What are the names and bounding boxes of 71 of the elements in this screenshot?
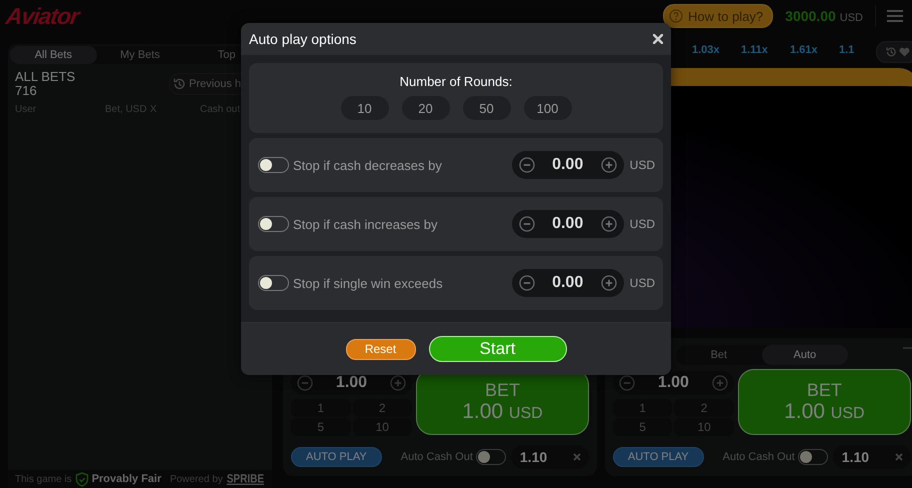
reset-button[interactable]: Reset [346,338,416,360]
dialog-title: Auto play options [249,31,356,47]
cash-out-field[interactable]: 1.10 [832,445,911,469]
auto-play-button[interactable]: AUTO PLAY [612,447,704,467]
toggle-switch[interactable] [258,157,289,173]
bet-amount-value: 1.00 [336,374,368,392]
app-logo: Aviator [4,2,80,30]
currency-label: USD [630,217,655,231]
balance-currency: USD [840,12,863,24]
bets-title: ALL BETS [15,70,76,84]
quick-amount-button[interactable]: 1 [291,399,350,417]
currency-label: USD [630,276,655,290]
minus-icon[interactable] [518,157,535,173]
quick-amount-button[interactable]: 2 [674,399,734,417]
help-button[interactable]: How to play? [663,4,774,28]
bet-button[interactable]: BET 1.00 USD [738,369,911,435]
auto-play-button[interactable]: AUTO PLAY [291,447,382,467]
quick-amount-button[interactable]: 10 [352,418,412,436]
rounds-option[interactable]: 10 [340,96,388,120]
mode-tab[interactable]: Auto [762,344,848,364]
rounds-option[interactable]: 50 [462,96,510,120]
toggle-switch[interactable] [476,449,506,465]
toggle-switch[interactable] [258,216,289,232]
limit-stepper[interactable]: 0.00 [512,269,624,297]
shield-check-icon [74,472,89,486]
multiplier-badge[interactable]: 1.61x [790,44,817,56]
multiplier-badge[interactable]: 1.1 [839,44,866,56]
bets-tab[interactable]: My Bets [96,46,184,64]
menu-icon[interactable] [886,9,904,23]
multiplier-badge[interactable]: 1.03x [692,44,719,56]
provably-fair-link[interactable]: Provably Fair [92,473,162,485]
limit-stepper[interactable]: 0.00 [512,151,624,179]
auto-cash-out-label: Auto Cash Out [722,451,795,463]
plus-icon[interactable] [600,275,617,291]
mode-tab[interactable]: Bet [676,344,762,364]
history-icon [172,77,186,91]
close-icon[interactable] [653,34,663,44]
plus-icon[interactable] [600,216,617,232]
brand-logo: SPRIBE [226,472,264,486]
cash-out-field[interactable]: 1.10 [510,445,589,469]
limit-stepper[interactable]: 0.00 [512,210,624,238]
rounds-label: Number of Rounds: [400,74,512,89]
limit-value: 0.00 [552,156,584,174]
rounds-option[interactable]: 100 [524,96,572,120]
condition-label: Stop if single win exceeds [293,276,444,290]
minus-icon[interactable] [518,275,535,291]
toggle-switch[interactable] [798,449,828,465]
bets-tab[interactable]: All Bets [10,46,97,64]
question-icon [669,9,683,23]
minus-icon[interactable] [518,216,535,232]
history-icon [884,46,897,58]
rounds-option[interactable]: 20 [402,96,450,120]
bets-count: 716 [15,84,38,98]
multiplier-badge[interactable]: 1.11x [741,44,768,56]
auto-cash-out-label: Auto Cash Out [400,451,473,463]
limit-value: 0.00 [552,215,584,233]
condition-label: Stop if cash increases by [293,216,439,232]
quick-amount-button[interactable]: 5 [291,418,350,436]
start-button[interactable]: Start [428,336,566,362]
plus-icon[interactable] [600,157,617,173]
quick-amount-button[interactable]: 1 [612,399,672,417]
bet-amount-value: 1.00 [658,374,689,392]
quick-amount-button[interactable]: 10 [674,418,734,436]
condition-label: Stop if cash decreases by [293,158,443,172]
heart-icon [898,47,910,57]
toggle-switch[interactable] [258,275,289,291]
quick-amount-button[interactable]: 5 [612,418,672,436]
limit-value: 0.00 [552,274,584,292]
balance-amount: 3000.00 [785,8,836,24]
quick-amount-button[interactable]: 2 [352,399,412,417]
currency-label: USD [630,158,655,172]
